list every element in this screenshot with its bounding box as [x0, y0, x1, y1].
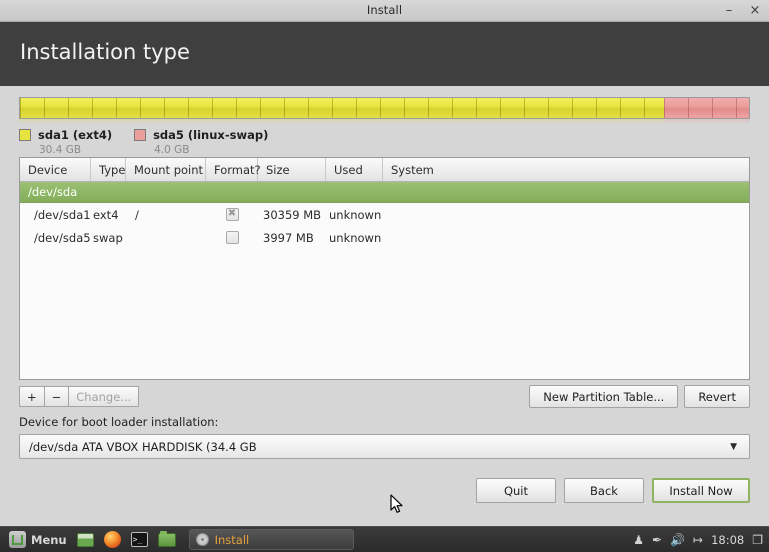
page-title: Installation type [20, 40, 190, 64]
cell-type: ext4 [93, 207, 119, 222]
show-desktop-button[interactable] [72, 528, 99, 552]
partition-segment-sda5[interactable] [664, 98, 749, 118]
column-header-mount-point[interactable]: Mount point [126, 158, 206, 181]
brush-icon[interactable]: ✒ [652, 533, 662, 547]
partition-segment-sda1[interactable] [20, 98, 665, 118]
cell-device: /dev/sda1 [34, 207, 91, 222]
cell-size: 3997 MB [263, 230, 314, 245]
chevron-down-icon: ▼ [730, 441, 737, 452]
column-header-size[interactable]: Size [258, 158, 326, 181]
taskbar-window-label: Install [214, 532, 250, 547]
new-partition-table-button[interactable]: New Partition Table... [529, 385, 679, 408]
window-title: Install [366, 3, 403, 17]
column-header-system[interactable]: System [383, 158, 749, 181]
legend-label-sda1: sda1 (ext4) [38, 128, 113, 142]
terminal-launcher[interactable]: >_ [126, 528, 153, 552]
cell-system [383, 226, 749, 249]
column-header-device[interactable]: Device [20, 158, 91, 181]
legend-size-sda1: 30.4 GB [39, 144, 82, 156]
group-row-label: /dev/sda [28, 185, 78, 199]
add-partition-button[interactable]: + [19, 386, 45, 407]
cell-used: unknown [329, 207, 382, 222]
cell-mount-point: / [135, 207, 139, 222]
menu-button[interactable]: Menu [4, 528, 72, 552]
quit-button[interactable]: Quit [476, 478, 556, 503]
disc-icon [195, 533, 209, 546]
partition-legend: sda1 (ext4) 30.4 GB sda5 (linux-swap) 4.… [19, 128, 268, 156]
volume-icon[interactable]: 🔊 [670, 533, 685, 547]
install-now-button[interactable]: Install Now [652, 478, 750, 503]
table-row[interactable]: /dev/sda1 ext4 / 30359 MB unknown [20, 203, 749, 226]
firefox-icon [103, 531, 121, 548]
installer-content: sda1 (ext4) 30.4 GB sda5 (linux-swap) 4.… [0, 86, 769, 526]
cell-device: /dev/sda5 [34, 230, 91, 245]
partition-toolbar: + − Change... [19, 386, 140, 407]
partition-table-actions: New Partition Table... Revert [529, 385, 750, 408]
file-manager-launcher[interactable] [153, 528, 181, 552]
remove-partition-button[interactable]: − [44, 386, 70, 407]
user-icon[interactable]: ♟ [633, 533, 644, 547]
clock[interactable]: 18:08 [711, 533, 744, 547]
format-checkbox-sda5[interactable] [225, 231, 239, 244]
cell-system [383, 203, 749, 226]
column-header-format[interactable]: Format? [206, 158, 261, 181]
minimize-icon[interactable]: – [721, 2, 737, 18]
taskbar-window-install[interactable]: Install [188, 529, 354, 550]
bootloader-label: Device for boot loader installation: [19, 415, 219, 429]
table-group-row-dev-sda[interactable]: /dev/sda [20, 182, 749, 203]
terminal-icon: >_ [130, 532, 148, 547]
partition-usage-bar [19, 97, 750, 119]
file-manager-icon [157, 530, 176, 547]
system-tray: ♟ ✒ 🔊 ↦ 18:08 ❐ [633, 533, 763, 547]
window-controls: – × [721, 2, 763, 18]
partition-segment-reflection-sda1 [19, 119, 666, 124]
menu-label: Menu [31, 532, 67, 547]
page-header: Installation type [0, 22, 769, 86]
window-switcher-icon[interactable]: ❐ [752, 533, 763, 547]
partition-segment-reflection-sda5 [665, 119, 750, 124]
cell-size: 30359 MB [263, 207, 322, 222]
taskbar: Menu >_ Install ♟ ✒ 🔊 ↦ 18:08 ❐ [0, 526, 769, 552]
window-titlebar: Install – × [0, 0, 769, 22]
column-header-used[interactable]: Used [326, 158, 383, 181]
column-header-type[interactable]: Type [91, 158, 126, 181]
install-window-screen: Install – × Installation type sda1 (ext4… [0, 0, 769, 552]
legend-size-sda5: 4.0 GB [154, 144, 190, 156]
partition-table-header: Device Type Mount point Format? Size Use… [20, 158, 749, 182]
table-row[interactable]: /dev/sda5 swap 3997 MB unknown [20, 226, 749, 249]
back-button[interactable]: Back [564, 478, 644, 503]
cell-type: swap [93, 230, 123, 245]
cell-mount-point [126, 226, 206, 249]
change-partition-button[interactable]: Change... [69, 386, 140, 407]
legend-swatch-sda1 [19, 129, 31, 141]
navigation-buttons: Quit Back Install Now [476, 478, 750, 503]
cell-used: unknown [329, 230, 382, 245]
close-icon[interactable]: × [747, 2, 763, 18]
legend-item: sda1 (ext4) 30.4 GB [19, 128, 112, 156]
legend-label-sda5: sda5 (linux-swap) [153, 128, 269, 142]
bootloader-device-select[interactable]: /dev/sda ATA VBOX HARDDISK (34.4 GB ▼ [19, 434, 750, 459]
cell-format[interactable] [206, 203, 258, 226]
logout-icon[interactable]: ↦ [693, 533, 703, 547]
legend-item: sda5 (linux-swap) 4.0 GB [134, 128, 268, 156]
taskbar-launchers: Menu >_ Install [0, 528, 354, 552]
show-desktop-icon [76, 532, 94, 547]
partition-table[interactable]: Device Type Mount point Format? Size Use… [19, 157, 750, 380]
bootloader-selected-value: /dev/sda ATA VBOX HARDDISK (34.4 GB [29, 439, 257, 454]
legend-swatch-sda5 [134, 129, 147, 141]
revert-button[interactable]: Revert [684, 385, 750, 408]
mint-logo-icon [9, 531, 26, 548]
firefox-launcher[interactable] [99, 528, 126, 552]
partition-usage-bar-reflection [19, 119, 750, 124]
cell-format[interactable] [206, 226, 258, 249]
format-checkbox-sda1[interactable] [225, 207, 239, 221]
